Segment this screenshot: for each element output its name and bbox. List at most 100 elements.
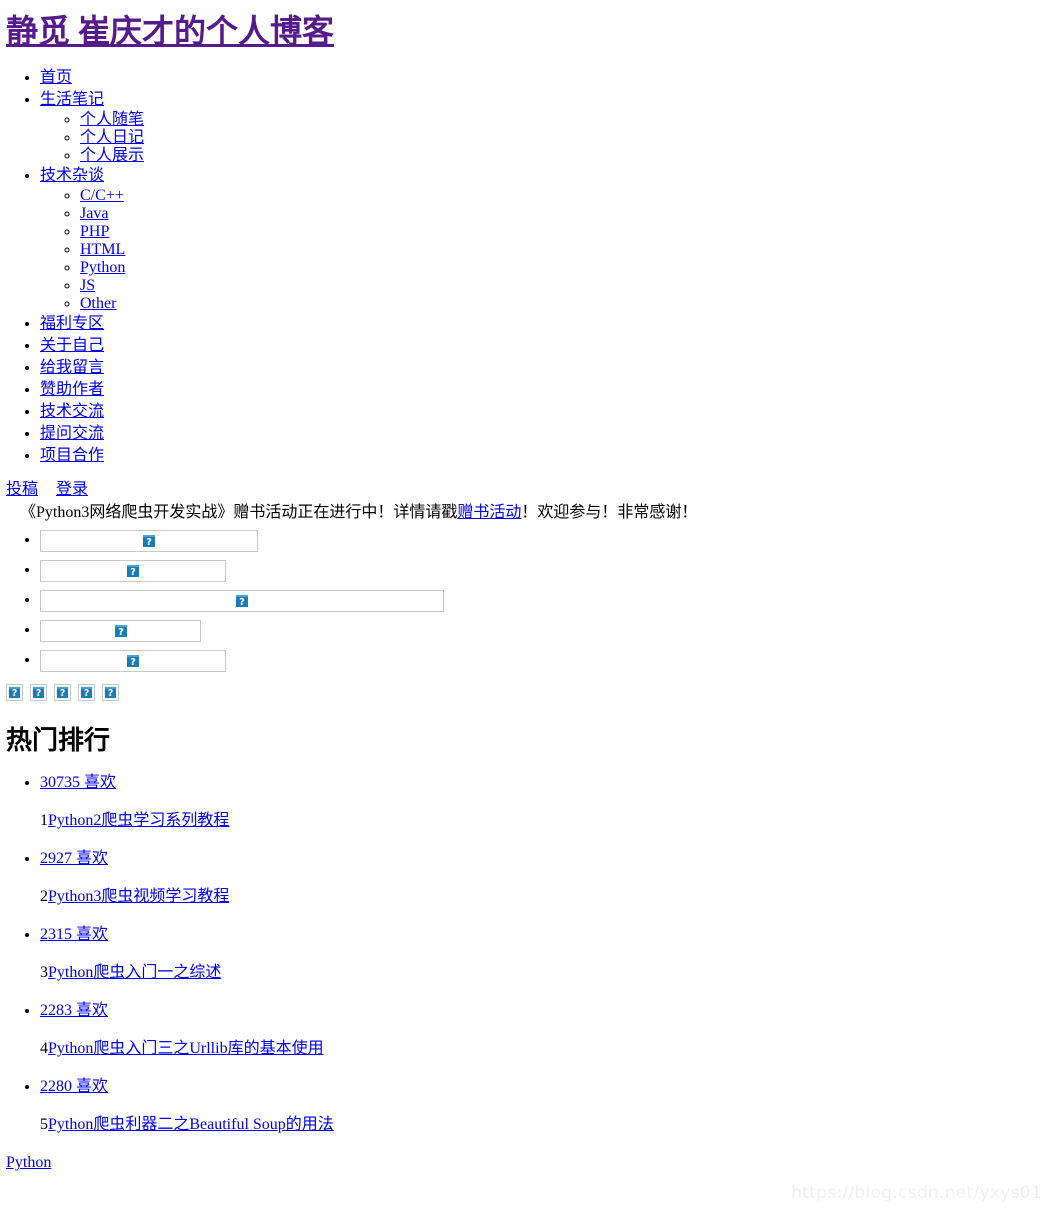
nav-link-tech-talk[interactable]: 技术杂谈 — [40, 167, 104, 184]
site-title-link[interactable]: 静觅 崔庆才的个人博客 — [6, 13, 334, 49]
login-link[interactable]: 登录 — [56, 481, 88, 498]
broken-image-placeholder[interactable]: ? — [40, 649, 226, 672]
broken-image-placeholder[interactable]: ? — [54, 683, 71, 701]
nav-link-tech-exchange[interactable]: 技术交流 — [40, 403, 104, 420]
nav-item-welfare: 福利专区 — [40, 313, 1048, 335]
broken-image-icon: ? — [235, 593, 249, 608]
rank-number: 4 — [40, 1040, 48, 1058]
broken-image-icon: ? — [8, 685, 21, 699]
nav-link-home[interactable]: 首页 — [40, 69, 72, 86]
broken-image-icon: ? — [32, 685, 45, 699]
rank-article-link[interactable]: Python爬虫入门一之综述 — [48, 964, 221, 981]
rank-article-link[interactable]: Python爬虫入门三之Urllib库的基本使用 — [48, 1040, 324, 1057]
rank-likes-link[interactable]: 2280 喜欢 — [40, 1078, 108, 1095]
broken-image-icon: ? — [104, 685, 117, 699]
nav-sublink-python[interactable]: Python — [80, 259, 125, 276]
rank-likes-link[interactable]: 2315 喜欢 — [40, 926, 108, 943]
broken-image-placeholder[interactable]: ? — [40, 559, 226, 582]
nav-item-qa-exchange: 提问交流 — [40, 423, 1048, 445]
list-item: 2927 喜欢 2Python3爬虫视频学习教程 — [40, 849, 1048, 907]
nav-item-sponsor: 赞助作者 — [40, 379, 1048, 401]
nav-link-welfare[interactable]: 福利专区 — [40, 315, 104, 332]
svg-text:?: ? — [146, 537, 152, 548]
broken-image-icon: ? — [142, 533, 156, 548]
list-item: 2280 喜欢 5Python爬虫利器二之Beautiful Soup的用法 — [40, 1077, 1048, 1135]
nav-subitem-python: Python — [80, 259, 1048, 277]
nav-link-project-cooperation[interactable]: 项目合作 — [40, 447, 104, 464]
nav-link-sponsor[interactable]: 赞助作者 — [40, 381, 104, 398]
nav-sublink-html[interactable]: HTML — [80, 241, 125, 258]
hot-ranking-list: 30735 喜欢 1Python2爬虫学习系列教程 2927 喜欢 2Pytho… — [0, 773, 1048, 1135]
broken-image-icon: ? — [113, 623, 128, 638]
list-item: ? — [40, 559, 1048, 582]
broken-image-icon: ? — [56, 685, 69, 699]
nav-sublink-personal-diary[interactable]: 个人日记 — [80, 129, 144, 146]
submit-post-link[interactable]: 投稿 — [6, 481, 38, 498]
tag-link-python[interactable]: Python — [6, 1154, 51, 1171]
rank-number: 5 — [40, 1116, 48, 1134]
nav-subitem-personal-essay: 个人随笔 — [80, 111, 1048, 129]
main-navigation: 首页 生活笔记 个人随笔 个人日记 个人展示 技术杂谈 C/C++ Java P — [0, 67, 1048, 467]
rank-article-link[interactable]: Python爬虫利器二之Beautiful Soup的用法 — [48, 1116, 334, 1133]
nav-submenu-tech-talk: C/C++ Java PHP HTML Python JS Other — [40, 187, 1048, 313]
rank-number: 3 — [40, 964, 48, 982]
nav-sublink-personal-showcase[interactable]: 个人展示 — [80, 147, 144, 164]
svg-text:?: ? — [108, 688, 113, 699]
broken-image-icon: ? — [126, 653, 140, 668]
hot-ranking-heading: 热门排行 — [6, 725, 111, 755]
nav-item-message: 给我留言 — [40, 357, 1048, 379]
rank-article-link[interactable]: Python3爬虫视频学习教程 — [48, 888, 229, 905]
nav-subitem-other: Other — [80, 295, 1048, 313]
nav-sublink-c-cpp[interactable]: C/C++ — [80, 187, 124, 204]
svg-text:?: ? — [130, 657, 136, 668]
nav-subitem-c-cpp: C/C++ — [80, 187, 1048, 205]
rank-likes-link[interactable]: 2927 喜欢 — [40, 850, 108, 867]
broken-image-placeholder[interactable]: ? — [40, 619, 201, 642]
broken-image-placeholder[interactable]: ? — [40, 589, 444, 612]
nav-item-project-cooperation: 项目合作 — [40, 445, 1048, 467]
rank-article-link[interactable]: Python2爬虫学习系列教程 — [48, 812, 229, 829]
nav-submenu-life-notes: 个人随笔 个人日记 个人展示 — [40, 111, 1048, 165]
nav-sublink-java[interactable]: Java — [80, 205, 108, 222]
nav-sublink-personal-essay[interactable]: 个人随笔 — [80, 111, 144, 128]
announcement-suffix: ！欢迎参与！非常感谢！ — [521, 503, 698, 521]
nav-subitem-php: PHP — [80, 223, 1048, 241]
svg-text:?: ? — [118, 627, 124, 638]
nav-link-about[interactable]: 关于自己 — [40, 337, 104, 354]
rank-entry: 5Python爬虫利器二之Beautiful Soup的用法 — [40, 1115, 1048, 1135]
nav-link-life-notes[interactable]: 生活笔记 — [40, 91, 104, 108]
footer-tag-row: Python — [6, 1153, 1048, 1173]
giveaway-event-link[interactable]: 赠书活动 — [457, 504, 521, 521]
nav-sublink-js[interactable]: JS — [80, 277, 95, 294]
broken-image-placeholder[interactable]: ? — [40, 529, 258, 552]
rank-entry: 3Python爬虫入门一之综述 — [40, 963, 1048, 983]
nav-link-message[interactable]: 给我留言 — [40, 359, 104, 376]
broken-image-placeholder[interactable]: ? — [102, 683, 119, 701]
svg-text:?: ? — [12, 688, 17, 699]
list-item: ? — [40, 619, 1048, 642]
broken-image-placeholder[interactable]: ? — [78, 683, 95, 701]
nav-sublink-other[interactable]: Other — [80, 295, 116, 312]
page-title: 静觅 崔庆才的个人博客 — [0, 0, 1048, 50]
rank-likes-link[interactable]: 30735 喜欢 — [40, 774, 116, 791]
nav-subitem-html: HTML — [80, 241, 1048, 259]
broken-image-icon: ? — [126, 563, 140, 578]
nav-subitem-java: Java — [80, 205, 1048, 223]
list-item: 2315 喜欢 3Python爬虫入门一之综述 — [40, 925, 1048, 983]
broken-image-placeholder[interactable]: ? — [6, 683, 23, 701]
svg-text:?: ? — [239, 597, 245, 608]
nav-sublink-php[interactable]: PHP — [80, 223, 109, 240]
nav-subitem-personal-diary: 个人日记 — [80, 129, 1048, 147]
rank-likes-link[interactable]: 2283 喜欢 — [40, 1002, 108, 1019]
watermark-text: https://blog.csdn.net/yxys01 — [791, 1183, 1042, 1203]
nav-link-qa-exchange[interactable]: 提问交流 — [40, 425, 104, 442]
nav-item-life-notes: 生活笔记 个人随笔 个人日记 个人展示 — [40, 89, 1048, 165]
nav-item-tech-talk: 技术杂谈 C/C++ Java PHP HTML Python JS Other — [40, 165, 1048, 313]
broken-image-placeholder[interactable]: ? — [30, 683, 47, 701]
rank-entry: 1Python2爬虫学习系列教程 — [40, 811, 1048, 831]
rank-entry: 2Python3爬虫视频学习教程 — [40, 887, 1048, 907]
nav-item-tech-exchange: 技术交流 — [40, 401, 1048, 423]
announcement-prefix: 《Python3网络爬虫开发实战》赠书活动正在进行中！详情请戳 — [20, 503, 458, 521]
list-item: ? — [40, 649, 1048, 672]
rank-entry: 4Python爬虫入门三之Urllib库的基本使用 — [40, 1039, 1048, 1059]
